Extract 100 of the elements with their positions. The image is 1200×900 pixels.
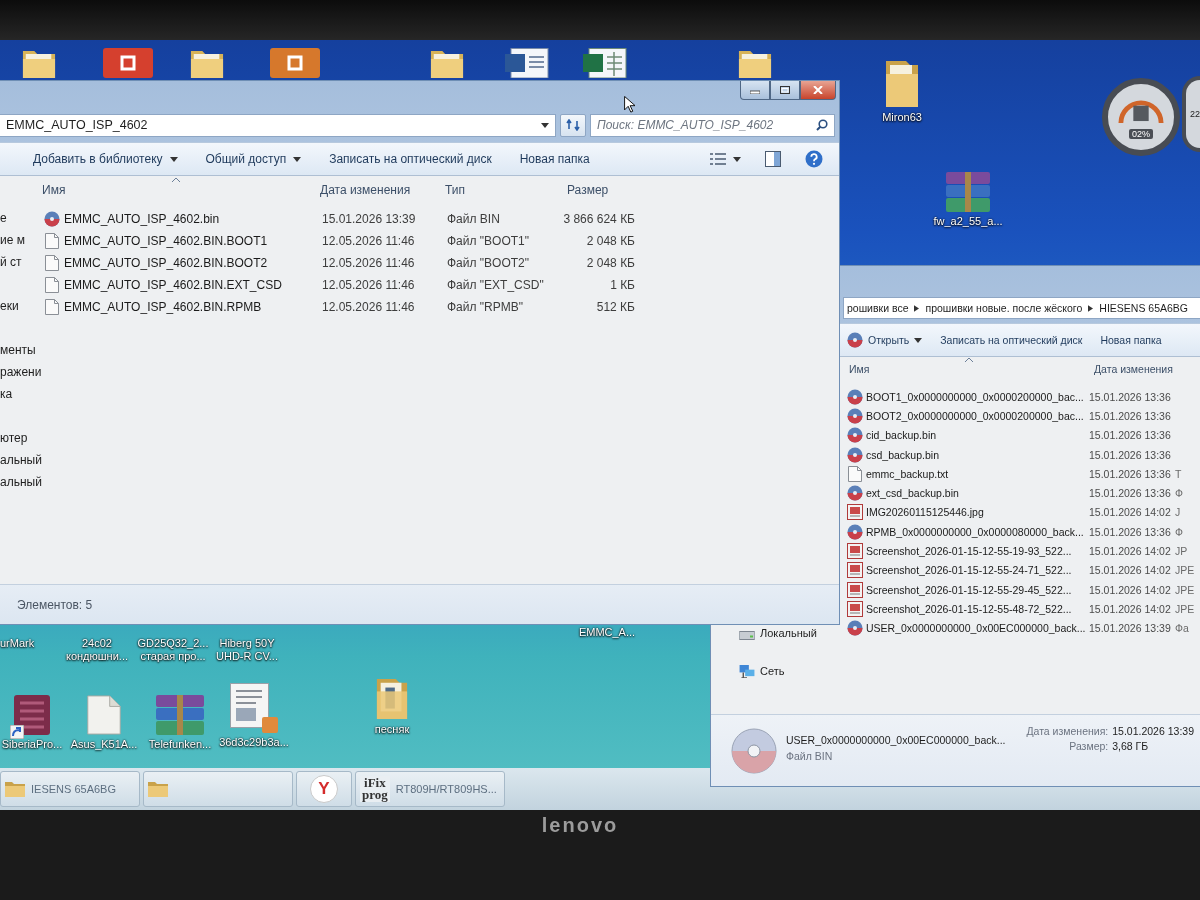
chevron-icon[interactable]	[914, 304, 920, 312]
nav-item[interactable]: менты	[0, 339, 36, 361]
modified-date: 12.05.2026 11:46	[321, 234, 416, 248]
nav-item[interactable]: ие м	[0, 229, 25, 251]
file-name[interactable]: BOOT1_0x0000000000_0x0000200000_bac...	[863, 390, 1085, 403]
disc-icon	[847, 427, 863, 444]
spreadsheet-icon[interactable]	[583, 48, 627, 78]
chevron-icon[interactable]	[1088, 304, 1094, 312]
file-name[interactable]: IMG20260115125446.jpg	[863, 506, 1085, 519]
address-bar[interactable]: EMMC_AUTO_ISP_4602	[0, 113, 556, 137]
nav-item[interactable]: ражени	[0, 361, 42, 383]
disc-icon	[847, 446, 863, 463]
network-icon[interactable]	[739, 664, 755, 678]
app-icon[interactable]	[103, 48, 153, 78]
gauge-reading: 02%	[1129, 128, 1153, 139]
app-icon[interactable]	[14, 695, 50, 735]
file-name[interactable]: EMMC_AUTO_ISP_4602.BIN.BOOT2	[60, 256, 318, 270]
nav-item[interactable]: еки	[0, 295, 19, 317]
toolbar-button[interactable]: Записать на оптический диск	[938, 334, 1085, 346]
gauge-gadget[interactable]: 22	[1182, 76, 1200, 152]
close-button[interactable]	[800, 81, 836, 100]
icon-label[interactable]: Miron63	[882, 111, 922, 124]
file-type: Т	[1174, 467, 1183, 480]
file-name[interactable]: BOOT2_0x0000000000_0x0000200000_bac...	[863, 409, 1085, 422]
file-name[interactable]: EMMC_AUTO_ISP_4602.bin	[60, 212, 318, 226]
folder-icon[interactable]	[884, 60, 920, 108]
picture-file-icon	[847, 504, 863, 521]
file-name[interactable]: csd_backup.bin	[863, 448, 1085, 461]
file-size: 512 КБ	[595, 300, 635, 314]
file-name[interactable]: Screenshot_2026-01-15-12-55-48-72_522...	[863, 602, 1085, 615]
maximize-button[interactable]	[770, 81, 800, 100]
toolbar-button[interactable]: Новая папка	[515, 152, 594, 166]
modified-date: 15.01.2026 14:02	[1088, 583, 1172, 596]
file-name[interactable]: emmc_backup.txt	[863, 467, 1085, 480]
preview-pane-button[interactable]	[763, 151, 783, 167]
minimize-button[interactable]	[740, 81, 770, 100]
search-field[interactable]: Поиск: EMMC_AUTO_ISP_4602	[590, 113, 835, 137]
address-bar[interactable]: рошивки все прошивки новые. после жёского HIESENS 65A6BG	[843, 297, 1200, 319]
file-name[interactable]: ext_csd_backup.bin	[863, 487, 1085, 500]
folder-icon	[5, 781, 25, 797]
breadcrumb-item[interactable]: рошивки все	[847, 302, 909, 314]
nav-item[interactable]: й ст	[0, 251, 22, 273]
breadcrumb-item[interactable]: прошивки новые. после жёского	[925, 302, 1083, 314]
picture-file-icon	[847, 562, 863, 579]
file-name[interactable]: EMMC_AUTO_ISP_4602.BIN.BOOT1	[60, 234, 318, 248]
help-button[interactable]	[803, 150, 825, 168]
image-document-icon[interactable]	[230, 683, 278, 733]
nav-item[interactable]: альный	[0, 449, 42, 471]
book-stack-icon[interactable]	[156, 695, 204, 735]
gauge-gadget[interactable]: 02%	[1102, 78, 1180, 156]
modified-date: 15.01.2026 13:36	[1088, 487, 1172, 500]
disc-icon	[847, 407, 863, 424]
disc-icon	[847, 332, 863, 348]
file-name[interactable]: USER_0x0000000000_0x00EC000000_back...	[863, 622, 1085, 635]
document-icon[interactable]	[505, 48, 549, 78]
column-header[interactable]: Тип	[445, 183, 567, 197]
nav-item[interactable]: е	[0, 207, 7, 229]
nav-item[interactable]: альный	[0, 471, 42, 493]
folder-icon[interactable]	[430, 48, 464, 78]
column-header[interactable]: Размер	[567, 183, 647, 197]
breadcrumb-item[interactable]: HIESENS 65A6BG	[1099, 302, 1188, 314]
taskbar-button[interactable]: IESENS 65A6BG	[0, 771, 140, 807]
column-header[interactable]: Дата изменения	[320, 183, 445, 197]
file-name[interactable]: EMMC_AUTO_ISP_4602.BIN.EXT_CSD	[60, 278, 318, 292]
file-name[interactable]: Screenshot_2026-01-15-12-55-19-93_522...	[863, 545, 1085, 557]
folder-icon[interactable]	[738, 48, 772, 78]
view-button[interactable]	[708, 153, 743, 165]
nav-item[interactable]: Сеть	[760, 665, 785, 677]
modified-date: 15.01.2026 14:02	[1088, 602, 1172, 615]
toolbar-button[interactable]: Записать на оптический диск	[325, 152, 496, 166]
file-name[interactable]: Screenshot_2026-01-15-12-55-24-71_522...	[863, 564, 1085, 577]
refresh-button[interactable]	[560, 113, 586, 137]
mouse-cursor-icon	[624, 96, 635, 113]
column-header[interactable]: Имя	[849, 363, 1094, 375]
folder-icon[interactable]	[190, 48, 224, 78]
file-type: Ф	[1174, 525, 1184, 538]
list-view-icon	[710, 153, 726, 165]
nav-item[interactable]: Локальный	[760, 627, 817, 639]
picture-file-icon	[847, 600, 863, 617]
picture-file-icon	[847, 581, 863, 598]
toolbar-button[interactable]: Новая папка	[1098, 334, 1164, 346]
toolbar-button[interactable]: Общий доступ	[201, 152, 306, 166]
file-size: 2 048 КБ	[585, 234, 635, 248]
icon-label[interactable]: fw_a2_55_a...	[933, 215, 1003, 228]
nav-item[interactable]: ютер	[0, 427, 28, 449]
file-name[interactable]: RPMB_0x0000000000_0x0000080000_back...	[863, 525, 1085, 538]
file-name: USER_0x0000000000_0x00EC000000_back...	[786, 733, 1006, 746]
taskbar-button[interactable]: Y	[296, 771, 352, 807]
folder-icon[interactable]	[22, 48, 56, 78]
file-name[interactable]: Screenshot_2026-01-15-12-55-29-45_522...	[863, 583, 1085, 596]
nav-item[interactable]: ка	[0, 383, 13, 405]
modified-date: 12.05.2026 11:46	[321, 256, 416, 270]
column-header[interactable]: Имя	[42, 183, 320, 197]
column-header[interactable]: Дата изменения	[1094, 363, 1200, 375]
file-type: Файл "RPMB"	[446, 300, 525, 314]
file-name[interactable]: EMMC_AUTO_ISP_4602.BIN.RPMB	[60, 300, 318, 314]
file-name[interactable]: cid_backup.bin	[863, 429, 1085, 442]
toolbar-button[interactable]: Открыть	[845, 332, 925, 348]
toolbar-button[interactable]: Добавить в библиотеку	[29, 152, 182, 166]
close-icon	[813, 86, 823, 94]
